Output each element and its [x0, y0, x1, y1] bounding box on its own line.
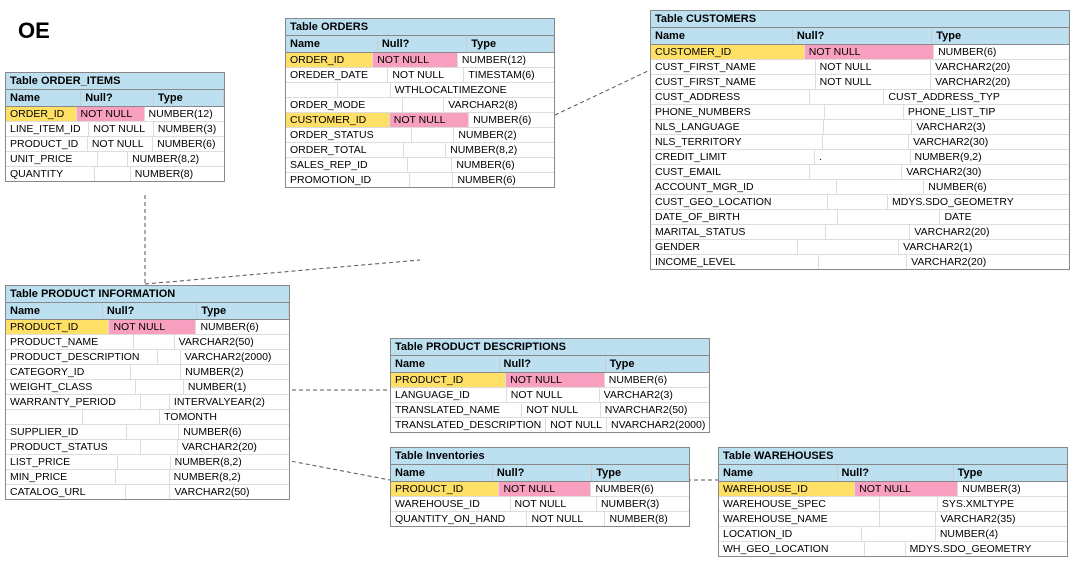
- table-inventories: Table Inventories Name Null? Type PRODUC…: [390, 447, 690, 527]
- table-row: PROMOTION_ID NUMBER(6): [286, 173, 554, 187]
- table-row: TRANSLATED_NAME NOT NULL NVARCHAR2(50): [391, 403, 709, 418]
- table-row: PRODUCT_ID NOT NULL NUMBER(6): [6, 320, 289, 335]
- table-customers-title: Table CUSTOMERS: [651, 11, 1069, 28]
- canvas: OE Table ORDER_ITEMS Name Null? Type ORD…: [0, 0, 1079, 566]
- table-row: WARRANTY_PERIOD INTERVALYEAR(2): [6, 395, 289, 410]
- table-row: PHONE_NUMBERS PHONE_LIST_TIP: [651, 105, 1069, 120]
- table-row: GENDER VARCHAR2(1): [651, 240, 1069, 255]
- table-row: PRODUCT_ID NOT NULL NUMBER(6): [6, 137, 224, 152]
- table-row: PRODUCT_STATUS VARCHAR2(20): [6, 440, 289, 455]
- table-row: LIST_PRICE NUMBER(8,2): [6, 455, 289, 470]
- table-row: WH_GEO_LOCATION MDYS.SDO_GEOMETRY: [719, 542, 1067, 556]
- table-row: UNIT_PRICE NUMBER(8,2): [6, 152, 224, 167]
- table-orders-title: Table ORDERS: [286, 19, 554, 36]
- table-product-desc-header: Name Null? Type: [391, 356, 709, 373]
- table-product-desc: Table PRODUCT DESCRIPTIONS Name Null? Ty…: [390, 338, 710, 433]
- table-row: INCOME_LEVEL VARCHAR2(20): [651, 255, 1069, 269]
- table-row: TRANSLATED_DESCRIPTION NOT NULL NVARCHAR…: [391, 418, 709, 432]
- table-row: CUST_FIRST_NAME NOT NULL VARCHAR2(20): [651, 75, 1069, 90]
- table-customers: Table CUSTOMERS Name Null? Type CUSTOMER…: [650, 10, 1070, 270]
- table-row: SUPPLIER_ID NUMBER(6): [6, 425, 289, 440]
- table-row: ORDER_ID NOT NULL NUMBER(12): [286, 53, 554, 68]
- table-inventories-header: Name Null? Type: [391, 465, 689, 482]
- table-row: CUSTOMER_ID NOT NULL NUMBER(6): [651, 45, 1069, 60]
- table-product-info-title: Table PRODUCT INFORMATION: [6, 286, 289, 303]
- table-row: WAREHOUSE_SPEC SYS.XMLTYPE: [719, 497, 1067, 512]
- table-row: DATE_OF_BIRTH DATE: [651, 210, 1069, 225]
- table-row: CUST_EMAIL VARCHAR2(30): [651, 165, 1069, 180]
- table-warehouses-title: Table WAREHOUSES: [719, 448, 1067, 465]
- table-product-info: Table PRODUCT INFORMATION Name Null? Typ…: [5, 285, 290, 500]
- table-row: MIN_PRICE NUMBER(8,2): [6, 470, 289, 485]
- table-row: CUST_FIRST_NAME NOT NULL VARCHAR2(20): [651, 60, 1069, 75]
- table-order-items-title: Table ORDER_ITEMS: [6, 73, 224, 90]
- table-row: CUST_ADDRESS CUST_ADDRESS_TYP: [651, 90, 1069, 105]
- table-row: WAREHOUSE_NAME VARCHAR2(35): [719, 512, 1067, 527]
- table-warehouses-header: Name Null? Type: [719, 465, 1067, 482]
- table-row: QUANTITY_ON_HAND NOT NULL NUMBER(8): [391, 512, 689, 526]
- table-row: WEIGHT_CLASS NUMBER(1): [6, 380, 289, 395]
- table-row: ORDER_TOTAL NUMBER(8,2): [286, 143, 554, 158]
- table-row: CUSTOMER_ID NOT NULL NUMBER(6): [286, 113, 554, 128]
- table-row: NLS_LANGUAGE VARCHAR2(3): [651, 120, 1069, 135]
- table-row: ORDER_ID NOT NULL NUMBER(12): [6, 107, 224, 122]
- table-row: WAREHOUSE_ID NOT NULL NUMBER(3): [719, 482, 1067, 497]
- table-order-items-header: Name Null? Type: [6, 90, 224, 107]
- table-row: PRODUCT_ID NOT NULL NUMBER(6): [391, 373, 709, 388]
- table-row: TOMONTH: [6, 410, 289, 425]
- table-customers-header: Name Null? Type: [651, 28, 1069, 45]
- table-row: PRODUCT_DESCRIPTION VARCHAR2(2000): [6, 350, 289, 365]
- table-row: QUANTITY NUMBER(8): [6, 167, 224, 181]
- table-row: LOCATION_ID NUMBER(4): [719, 527, 1067, 542]
- table-row: LANGUAGE_ID NOT NULL VARCHAR2(3): [391, 388, 709, 403]
- table-row: WAREHOUSE_ID NOT NULL NUMBER(3): [391, 497, 689, 512]
- table-orders: Table ORDERS Name Null? Type ORDER_ID NO…: [285, 18, 555, 188]
- table-row: PRODUCT_ID NOT NULL NUMBER(6): [391, 482, 689, 497]
- table-warehouses: Table WAREHOUSES Name Null? Type WAREHOU…: [718, 447, 1068, 557]
- table-row: ORDER_MODE VARCHAR2(8): [286, 98, 554, 113]
- table-row: WTHLOCALTIMEZONE: [286, 83, 554, 98]
- table-row: CATALOG_URL VARCHAR2(50): [6, 485, 289, 499]
- table-row: LINE_ITEM_ID NOT NULL NUMBER(3): [6, 122, 224, 137]
- table-orders-header: Name Null? Type: [286, 36, 554, 53]
- table-row: ORDER_STATUS NUMBER(2): [286, 128, 554, 143]
- table-row: SALES_REP_ID NUMBER(6): [286, 158, 554, 173]
- table-row: MARITAL_STATUS VARCHAR2(20): [651, 225, 1069, 240]
- table-inventories-title: Table Inventories: [391, 448, 689, 465]
- table-order-items: Table ORDER_ITEMS Name Null? Type ORDER_…: [5, 72, 225, 182]
- table-row: CREDIT_LIMIT . NUMBER(9,2): [651, 150, 1069, 165]
- table-row: ACCOUNT_MGR_ID NUMBER(6): [651, 180, 1069, 195]
- schema-label: OE: [18, 18, 50, 44]
- table-row: OREDER_DATE NOT NULL TIMESTAM(6): [286, 68, 554, 83]
- table-product-desc-title: Table PRODUCT DESCRIPTIONS: [391, 339, 709, 356]
- table-row: PRODUCT_NAME VARCHAR2(50): [6, 335, 289, 350]
- table-row: CATEGORY_ID NUMBER(2): [6, 365, 289, 380]
- table-row: CUST_GEO_LOCATION MDYS.SDO_GEOMETRY: [651, 195, 1069, 210]
- table-product-info-header: Name Null? Type: [6, 303, 289, 320]
- table-row: NLS_TERRITORY VARCHAR2(30): [651, 135, 1069, 150]
